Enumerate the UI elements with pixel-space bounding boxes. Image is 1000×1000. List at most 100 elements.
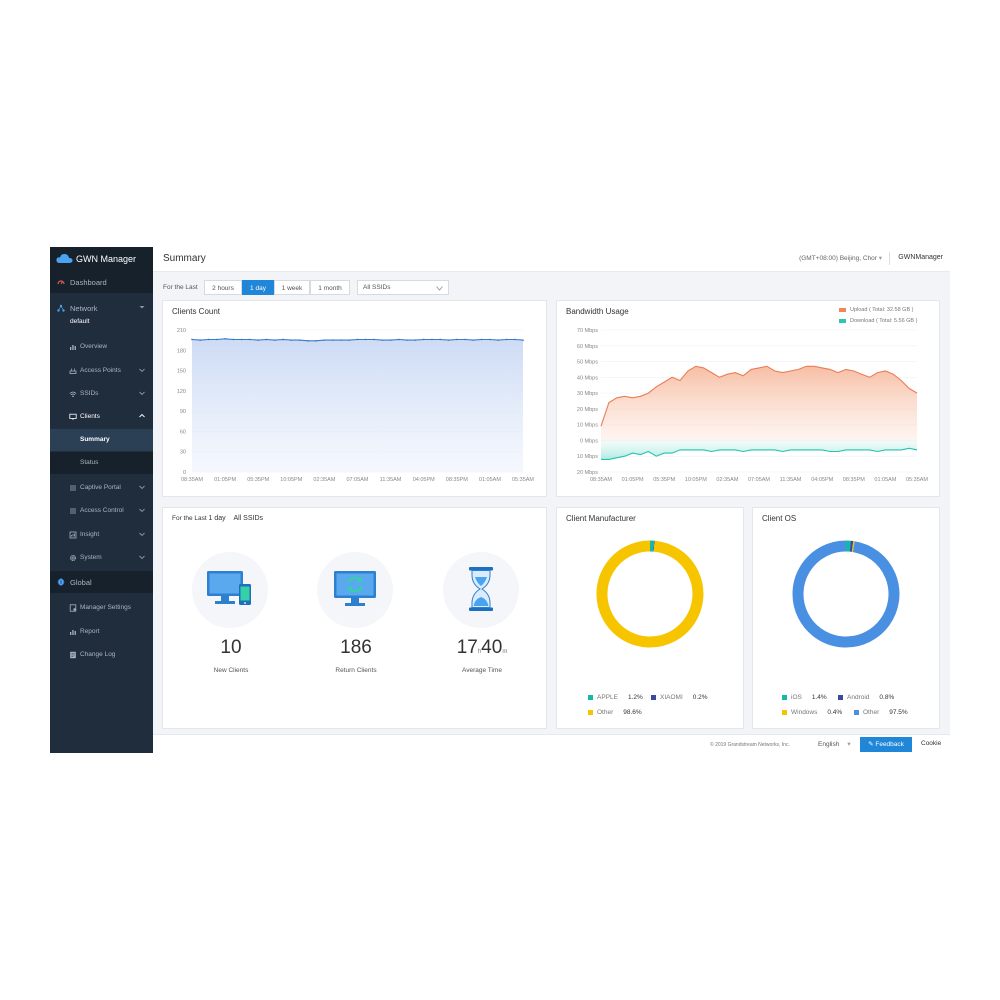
user-menu[interactable]: GWNManager	[898, 254, 943, 261]
language-select[interactable]: English ▾	[818, 740, 851, 748]
range-1-month-button[interactable]: 1 month	[310, 280, 350, 295]
y-tick-label: 60 Mbps	[577, 344, 598, 350]
sidebar-item-status[interactable]: Status	[50, 452, 153, 474]
timezone-select[interactable]: (GMT+08:00) Beijing, Chor ▾	[799, 254, 882, 262]
legend-xiaomi[interactable]: XIAOMI 0.2%	[651, 694, 708, 701]
footer: © 2019 Grandstream Networks, Inc. Englis…	[153, 734, 950, 754]
clients-count-chart: 210 180 150 120 90 60 30 008:35AM 01:05PM 05:35PM…	[177, 328, 535, 483]
sidebar-item-label: Access Points	[80, 367, 121, 374]
globe-icon	[57, 578, 65, 586]
y-tick-label: 10 Mbps	[577, 454, 598, 460]
y-tick-label: 180	[177, 348, 186, 354]
data-point	[240, 338, 243, 341]
legend-swatch	[782, 709, 787, 715]
sidebar-item-global[interactable]: Global	[50, 571, 153, 593]
y-tick-label: 150	[177, 369, 186, 375]
data-point	[348, 339, 351, 341]
ssid-select[interactable]: All SSIDs	[357, 280, 449, 295]
sidebar-item-change-log[interactable]: Change Log	[50, 644, 153, 666]
gauge-icon	[57, 280, 65, 285]
sidebar-item-label: Status	[80, 459, 99, 466]
chevron-down-icon	[139, 555, 145, 560]
feedback-button[interactable]: ✎ Feedback	[860, 737, 912, 752]
legend-value: 1.2%	[627, 694, 643, 701]
summary-period: 1 day	[208, 515, 226, 522]
legend-value: 0.8%	[879, 694, 895, 701]
x-tick-label: 05:35PM	[653, 477, 675, 483]
data-point	[489, 338, 491, 341]
app-window: GWN Manager Dashboard Network default Ov…	[50, 247, 950, 754]
sidebar-item-label: Dashboard	[70, 278, 107, 287]
legend-swatch	[588, 709, 593, 715]
stat-hours: 17	[456, 637, 478, 658]
computer-phone-icon	[207, 571, 251, 605]
sidebar-item-dashboard[interactable]: Dashboard	[50, 271, 153, 293]
legend-windows[interactable]: Windows 0.4%	[782, 709, 842, 716]
data-point	[216, 338, 218, 341]
data-point	[456, 338, 458, 341]
sidebar-item-ssids[interactable]: SSIDs	[50, 383, 153, 405]
sidebar-item-overview[interactable]: Overview	[50, 336, 153, 358]
sidebar-item-manager-settings[interactable]: Manager Settings	[50, 597, 153, 619]
brand[interactable]: GWN Manager	[50, 247, 153, 271]
legend-swatch	[588, 694, 593, 700]
range-1-week-button[interactable]: 1 week	[274, 280, 310, 295]
caret-down-icon: ▾	[847, 741, 851, 748]
x-tick-label: 04:05PM	[413, 477, 435, 483]
sidebar-item-clients[interactable]: Clients	[50, 406, 153, 428]
stat-caption: Average Time	[462, 667, 502, 674]
x-tick-label: 10:05PM	[280, 477, 302, 483]
slice-other	[792, 540, 900, 648]
cloud-logo-icon	[56, 253, 73, 263]
sidebar-item-label: Overview	[80, 343, 108, 350]
data-point	[331, 339, 334, 341]
range-1-day-button[interactable]: 1 day	[242, 280, 274, 295]
y-tick-label: 90	[180, 409, 186, 415]
x-tick-label: 11:35AM	[780, 477, 802, 483]
summary-ssid: All SSIDs	[233, 515, 263, 522]
legend-other[interactable]: Other 97.5%	[854, 709, 908, 716]
chevron-down-icon	[436, 286, 443, 291]
data-point	[431, 338, 433, 341]
bandwidth-usage-card: Bandwidth Usage Upload ( Total: 32.58 GB…	[556, 300, 940, 497]
data-point	[232, 338, 235, 341]
sidebar-item-network[interactable]: Network default	[50, 297, 153, 333]
legend-android[interactable]: Android 0.8%	[838, 694, 894, 701]
chevron-up-icon	[139, 413, 145, 418]
y-tick-label: 60	[180, 429, 186, 435]
x-tick-label: 07:05AM	[346, 477, 368, 483]
sidebar-item-summary[interactable]: Summary	[50, 429, 153, 451]
language-value: English	[818, 741, 840, 748]
x-tick-label: 08:35AM	[181, 477, 203, 483]
network-name: default	[70, 318, 90, 325]
client-manufacturer-card: Client Manufacturer APPLE 1.2% XIAOMI 0.2%…	[556, 507, 744, 729]
sidebar: GWN Manager Dashboard Network default Ov…	[50, 247, 153, 753]
sidebar-item-access-control[interactable]: Access Control	[50, 500, 153, 522]
data-point	[497, 339, 499, 341]
legend-apple[interactable]: APPLE 1.2%	[588, 694, 643, 701]
os-donut-chart	[792, 540, 900, 648]
chevron-down-icon	[139, 532, 145, 537]
y-tick-label: 20 Mbps	[577, 407, 598, 413]
data-point	[290, 339, 293, 341]
sidebar-item-access-points[interactable]: Access Points	[50, 360, 153, 382]
ssid-select-value: All SSIDs	[363, 284, 391, 291]
sidebar-item-captive-portal[interactable]: Captive Portal	[50, 477, 153, 499]
summary-filter-label: For the Last	[172, 515, 207, 522]
caret-down-icon: ▾	[878, 255, 882, 262]
sidebar-item-insight[interactable]: Insight	[50, 524, 153, 546]
document-icon	[70, 651, 76, 659]
data-point	[364, 338, 367, 341]
sidebar-item-report[interactable]: Report	[50, 621, 153, 643]
x-tick-label: 08:35PM	[446, 477, 468, 483]
sidebar-item-system[interactable]: System	[50, 547, 153, 569]
chevron-down-icon	[139, 391, 145, 396]
cookie-link[interactable]: Cookie	[921, 740, 941, 747]
legend-value: 97.5%	[889, 709, 908, 716]
range-2-hours-button[interactable]: 2 hours	[204, 280, 242, 295]
legend-label: XIAOMI	[660, 694, 683, 701]
legend-ios[interactable]: iOS 1.4%	[782, 694, 827, 701]
data-point	[389, 339, 392, 341]
legend-other[interactable]: Other 98.6%	[588, 709, 642, 716]
y-tick-label: 120	[177, 389, 186, 395]
